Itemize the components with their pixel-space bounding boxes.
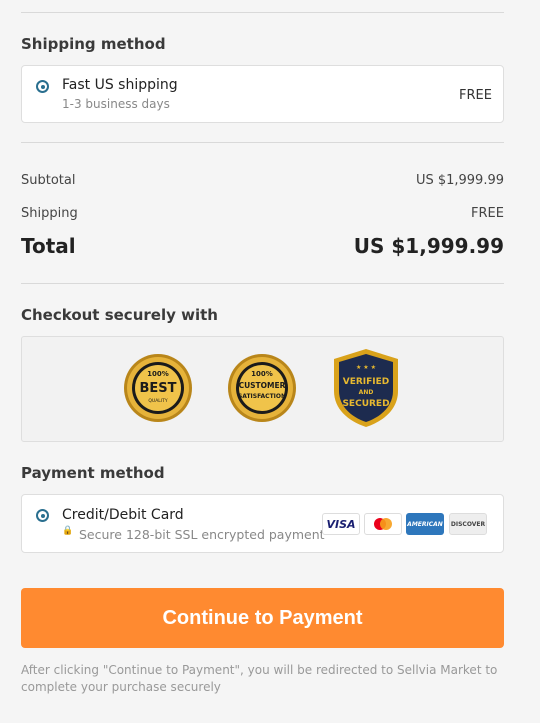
badge2-line3: SATISFACTION — [238, 393, 286, 400]
shipping-cost-label: Shipping — [21, 206, 78, 221]
mastercard-icon — [364, 513, 402, 535]
badge3-stars: ★ ★ ★ — [356, 364, 376, 371]
shipping-option-card[interactable]: Fast US shipping 1-3 business days FREE — [21, 65, 504, 123]
shipping-option-label: Fast US shipping — [62, 77, 178, 93]
payment-option-sub: Secure 128-bit SSL encrypted payment — [79, 527, 325, 542]
verified-secured-shield: ★ ★ ★ VERIFIED AND SECURED — [334, 349, 398, 427]
mastercard-logo — [374, 518, 392, 530]
badge3-line2: VERIFIED — [343, 377, 390, 387]
subtotal-value: US $1,999.99 — [415, 173, 504, 188]
payment-radio-selected[interactable] — [36, 509, 49, 522]
redirect-note: After clicking "Continue to Payment", yo… — [21, 663, 498, 694]
shipping-method-title: Shipping method — [21, 35, 166, 53]
badge1-line3: QUALITY — [148, 398, 167, 404]
payment-option-label: Credit/Debit Card — [62, 507, 184, 523]
trust-badges-box: 100% BEST QUALITY 100% CUSTOMER SATISFAC… — [21, 336, 504, 442]
divider — [21, 12, 504, 13]
shipping-cost-value: FREE — [471, 206, 504, 221]
divider — [21, 142, 504, 143]
badge2-line1: 100% — [251, 370, 273, 378]
divider — [21, 283, 504, 284]
total-label: Total — [21, 234, 76, 258]
subtotal-label: Subtotal — [21, 173, 76, 188]
badge3-line4: SECURED — [342, 399, 389, 409]
badge1-line1: 100% — [147, 370, 169, 378]
badge1-line2: BEST — [139, 381, 176, 396]
badge2-line2: CUSTOMER — [239, 381, 286, 390]
best-quality-badge: 100% BEST QUALITY — [124, 354, 192, 422]
badge3-line3: AND — [359, 389, 374, 396]
payment-option-card[interactable]: Credit/Debit Card 🔒 Secure 128-bit SSL e… — [21, 494, 504, 553]
visa-label: VISA — [326, 517, 356, 531]
continue-to-payment-button[interactable]: Continue to Payment — [21, 588, 504, 648]
payment-method-title: Payment method — [21, 464, 165, 482]
discover-label: DISCOVER — [450, 520, 486, 528]
amex-icon: AMERICAN — [406, 513, 444, 535]
customer-satisfaction-badge: 100% CUSTOMER SATISFACTION — [228, 354, 296, 422]
shipping-option-price: FREE — [459, 88, 492, 103]
shipping-option-sub: 1-3 business days — [62, 97, 170, 111]
checkout-securely-title: Checkout securely with — [21, 306, 218, 324]
visa-icon: VISA — [322, 513, 360, 535]
amex-label: AMERICAN — [407, 520, 443, 528]
total-value: US $1,999.99 — [353, 234, 504, 258]
discover-icon: DISCOVER — [449, 513, 487, 535]
lock-icon: 🔒 — [62, 526, 74, 536]
shipping-radio-selected[interactable] — [36, 80, 49, 93]
